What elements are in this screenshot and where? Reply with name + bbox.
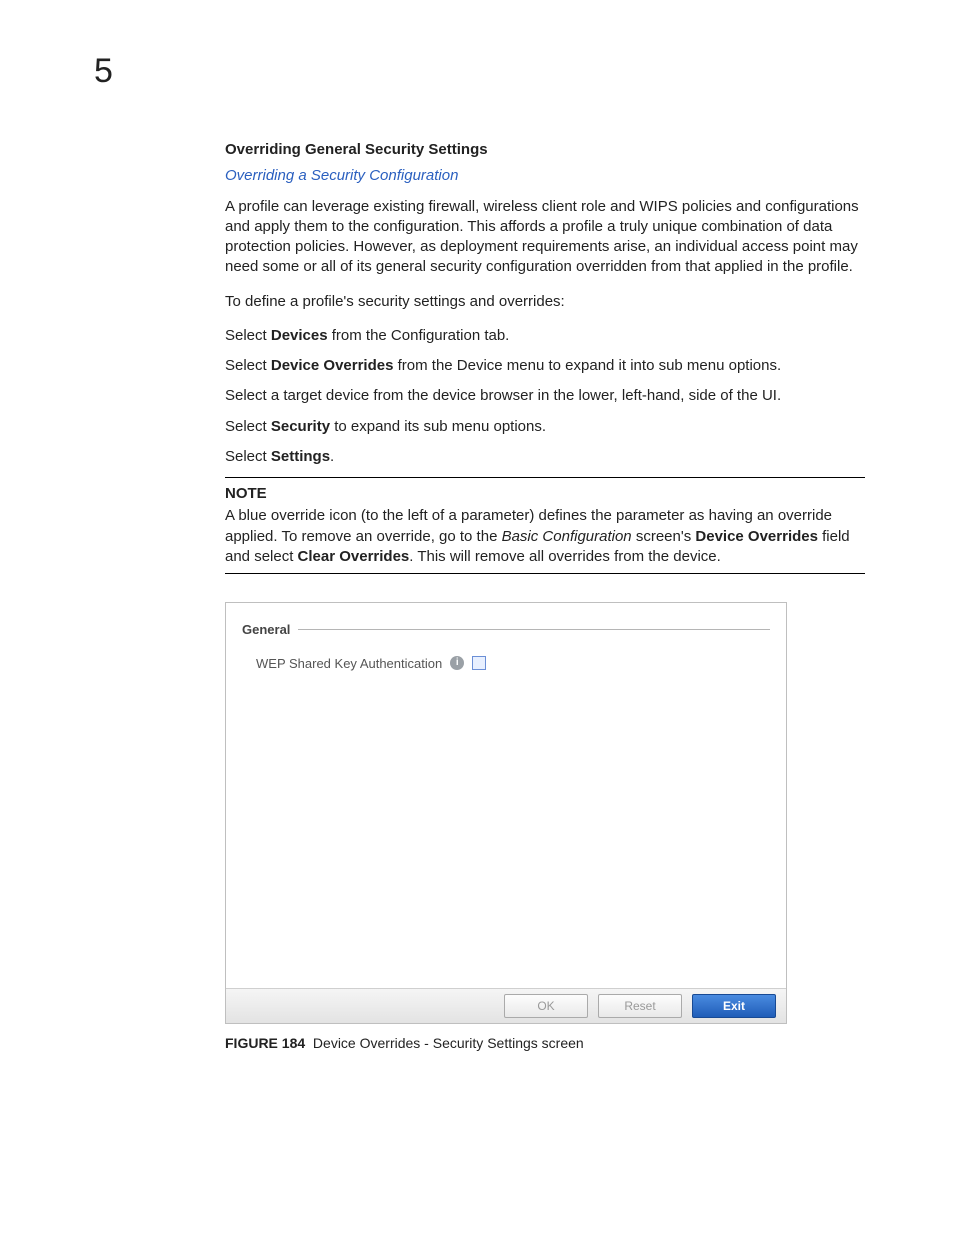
lead-in: To define a profile's security settings … (225, 292, 865, 312)
figure-caption: FIGURE 184 Device Overrides - Security S… (225, 1034, 865, 1053)
chapter-number: 5 (94, 52, 113, 91)
fieldset-rule (298, 629, 770, 631)
step-1: Select Devices from the Configuration ta… (225, 326, 865, 346)
reset-button[interactable]: Reset (598, 994, 682, 1018)
intro-paragraph: A profile can leverage existing firewall… (225, 197, 865, 278)
step-2: Select Device Overrides from the Device … (225, 356, 865, 376)
settings-panel: General WEP Shared Key Authentication i … (225, 602, 787, 1024)
button-bar: OK Reset Exit (226, 988, 786, 1023)
step-5: Select Settings. (225, 447, 865, 467)
wep-shared-key-checkbox[interactable] (472, 656, 486, 670)
note-label: NOTE (225, 484, 865, 504)
divider (225, 477, 865, 478)
section-heading: Overriding General Security Settings (225, 140, 865, 160)
xref-link[interactable]: Overriding a Security Configuration (225, 166, 865, 186)
step-3: Select a target device from the device b… (225, 386, 865, 406)
info-icon[interactable]: i (450, 656, 464, 670)
fieldset-general-label: General (242, 621, 290, 639)
exit-button[interactable]: Exit (692, 994, 776, 1018)
note-body: A blue override icon (to the left of a p… (225, 506, 865, 567)
ok-button[interactable]: OK (504, 994, 588, 1018)
wep-shared-key-label: WEP Shared Key Authentication (256, 655, 442, 673)
step-4: Select Security to expand its sub menu o… (225, 417, 865, 437)
divider (225, 573, 865, 574)
